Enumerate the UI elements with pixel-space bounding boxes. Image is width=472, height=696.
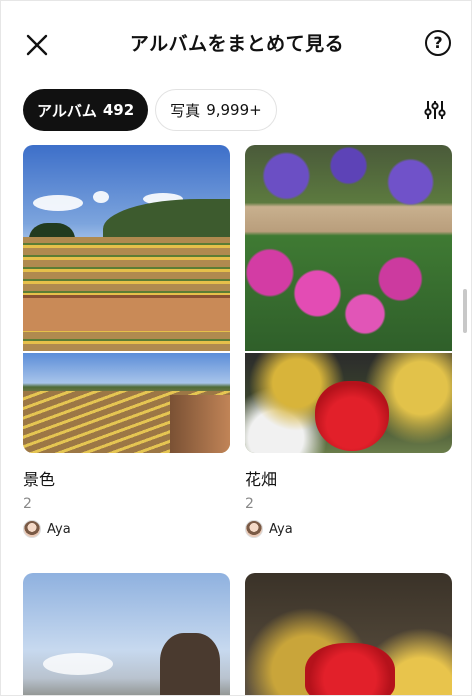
album-overview-screen: アルバムをまとめて見る ? アルバム 492 写真 9,999+ 景色 2 Ay…: [0, 0, 472, 696]
album-secondary-photo: [23, 353, 230, 453]
album-thumbnail[interactable]: [245, 573, 452, 695]
sliders-icon: [424, 101, 446, 119]
album-thumbnail[interactable]: [23, 145, 230, 453]
album-name: 花畑: [245, 470, 278, 489]
album-cover-photo: [245, 145, 452, 351]
help-icon: ?: [433, 33, 443, 52]
album-card-landscape[interactable]: 景色 2 Aya: [23, 145, 230, 538]
tab-photos-count: 9,999+: [206, 101, 262, 119]
album-thumbnail[interactable]: [245, 145, 452, 453]
tab-albums-label: アルバム: [37, 101, 97, 120]
tab-albums[interactable]: アルバム 492: [23, 89, 149, 131]
owner-name: Aya: [269, 521, 293, 537]
album-card[interactable]: [245, 573, 452, 695]
album-thumbnail[interactable]: [23, 573, 230, 695]
tab-bar: アルバム 492 写真 9,999+: [23, 89, 277, 131]
album-owner: Aya: [23, 520, 230, 538]
album-cover-photo: [245, 573, 452, 695]
page-title: アルバムをまとめて見る: [129, 33, 345, 55]
owner-name: Aya: [47, 521, 71, 537]
filter-button[interactable]: [423, 98, 447, 122]
tab-photos[interactable]: 写真 9,999+: [155, 89, 277, 131]
header: アルバムをまとめて見る ?: [1, 1, 471, 85]
scrollbar[interactable]: [463, 289, 467, 333]
album-count: 2: [245, 496, 254, 512]
album-secondary-photo: [245, 353, 452, 453]
album-cover-photo: [23, 145, 230, 351]
tab-albums-count: 492: [102, 101, 135, 119]
album-count: 2: [23, 496, 32, 512]
tab-photos-label: 写真: [170, 101, 201, 120]
album-owner: Aya: [245, 520, 452, 538]
album-name: 景色: [23, 470, 56, 489]
album-cover-photo: [23, 573, 230, 695]
album-card[interactable]: [23, 573, 230, 695]
avatar: [23, 520, 41, 538]
help-button[interactable]: ?: [425, 30, 451, 56]
avatar: [245, 520, 263, 538]
album-card-flower-field[interactable]: 花畑 2 Aya: [245, 145, 452, 538]
